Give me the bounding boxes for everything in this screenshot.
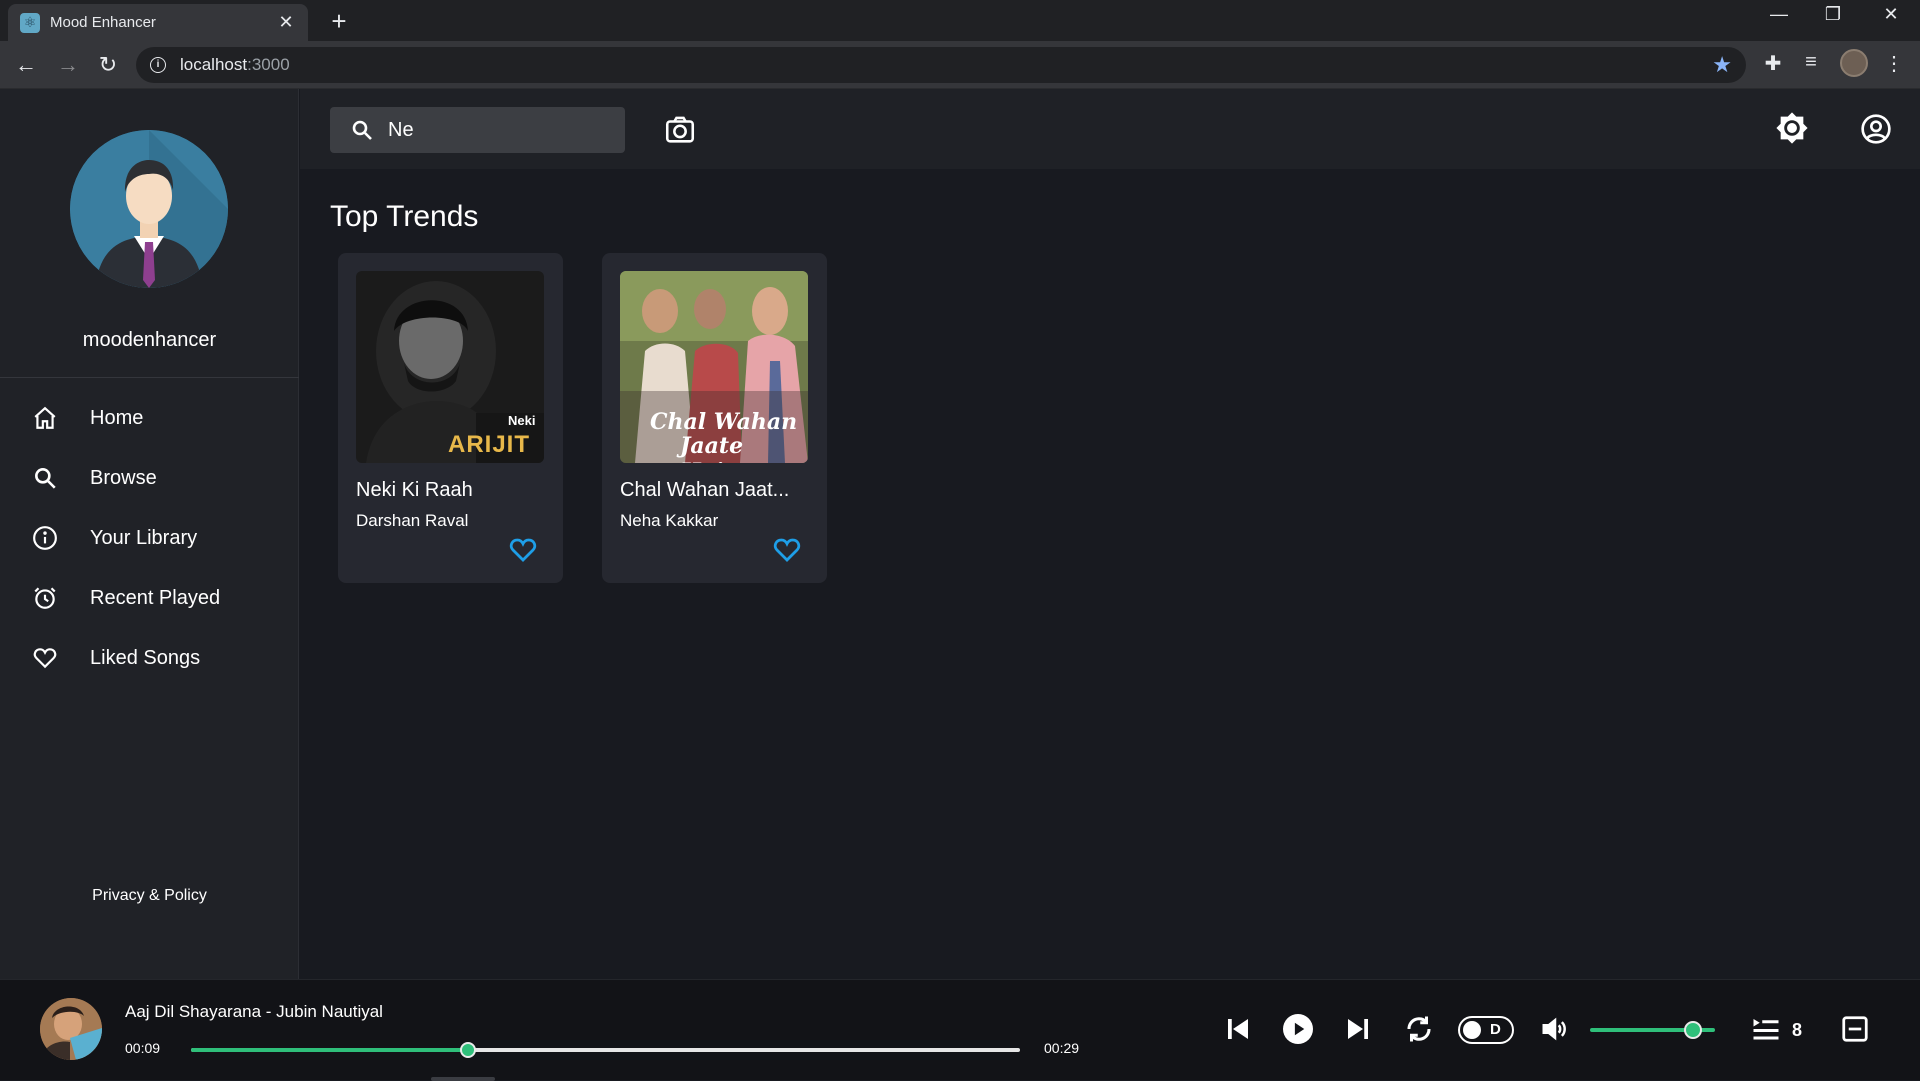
album-cover: Neki ARIJIT SI [356, 271, 544, 463]
minimize-icon[interactable]: — [1764, 4, 1794, 25]
sidebar-item-label: Your Library [90, 526, 198, 549]
now-playing-artwork [40, 998, 102, 1060]
search-icon [352, 120, 372, 140]
duration-time: 00:29 [1044, 1040, 1080, 1056]
song-title: Chal Wahan Jaat... [620, 479, 790, 501]
media-queue-icon[interactable]: ≡ [1797, 51, 1825, 74]
section-title: Top Trends [330, 200, 479, 233]
seek-bar-thumb[interactable] [459, 1042, 476, 1058]
alarm-clock-icon [0, 585, 90, 611]
browser-tab[interactable]: ⚛ Mood Enhancer ✕ [8, 4, 308, 41]
song-artist: Neha Kakkar [620, 511, 719, 530]
brightness-settings-icon[interactable] [1775, 111, 1809, 145]
play-button-icon[interactable] [1280, 1011, 1316, 1047]
app-topbar: Ne [300, 89, 1920, 169]
react-favicon-icon: ⚛ [20, 12, 40, 33]
home-icon [0, 405, 90, 431]
tab-title: Mood Enhancer [50, 14, 156, 31]
search-input-value: Ne [388, 118, 414, 141]
sidebar-item-label: Browse [90, 466, 157, 489]
sidebar-item-label: Recent Played [90, 586, 221, 609]
sidebar-item-label: Liked Songs [90, 646, 201, 669]
cover-caption: Neki [508, 413, 536, 428]
sidebar-item-label: Home [90, 406, 144, 429]
camera-icon[interactable] [663, 113, 697, 147]
current-time: 00:09 [125, 1040, 161, 1056]
sidebar: moodenhancer Home Browse Your Library Re… [0, 89, 299, 979]
seek-bar-fill [191, 1048, 468, 1052]
song-card[interactable]: Neki ARIJIT SI Neki Ki Raah Darshan Rava… [338, 253, 563, 583]
mode-toggle[interactable]: D [1458, 1016, 1514, 1044]
site-info-icon[interactable]: i [150, 57, 166, 73]
horizontal-scrollbar[interactable] [431, 1077, 495, 1081]
url-host: localhost [180, 55, 248, 74]
address-bar[interactable]: i localhost:3000 ★ [136, 47, 1746, 83]
reload-icon[interactable]: ↻ [94, 51, 122, 79]
sidebar-item-recent-played[interactable]: Recent Played [0, 574, 299, 622]
queue-list-icon[interactable] [1748, 1011, 1784, 1047]
volume-slider[interactable] [1590, 1021, 1715, 1039]
browser-menu-icon[interactable]: ⋮ [1880, 51, 1908, 76]
volume-icon[interactable] [1537, 1011, 1573, 1047]
heart-icon [0, 645, 90, 671]
now-playing-title: Aaj Dil Shayarana - Jubin Nautiyal [125, 1002, 383, 1021]
next-track-icon[interactable] [1340, 1011, 1376, 1047]
browser-profile-avatar[interactable] [1840, 49, 1868, 77]
seek-bar[interactable] [191, 1042, 1020, 1058]
like-heart-icon[interactable] [508, 535, 538, 565]
cover-caption: Jaate Hain [680, 433, 744, 463]
url-port: :3000 [247, 55, 290, 74]
sidebar-item-browse[interactable]: Browse [0, 454, 299, 502]
sidebar-item-your-library[interactable]: Your Library [0, 514, 299, 562]
browser-tabbar: ⚛ Mood Enhancer ✕ + — ❐ ✕ [0, 0, 1920, 41]
window-close-icon[interactable]: ✕ [1876, 4, 1906, 25]
tab-close-icon[interactable]: ✕ [276, 12, 296, 33]
info-icon [0, 525, 90, 551]
bookmark-star-icon[interactable]: ★ [1712, 52, 1732, 78]
minimize-player-icon[interactable] [1837, 1011, 1873, 1047]
sidebar-divider [0, 377, 299, 378]
restore-icon[interactable]: ❐ [1818, 4, 1848, 25]
sidebar-item-home[interactable]: Home [0, 394, 299, 442]
repeat-icon[interactable] [1401, 1011, 1437, 1047]
music-player: Aaj Dil Shayarana - Jubin Nautiyal 00:09… [0, 979, 1920, 1081]
search-icon [0, 465, 90, 491]
volume-thumb[interactable] [1683, 1021, 1702, 1039]
extensions-puzzle-icon[interactable]: ✚ [1759, 51, 1787, 76]
toggle-label: D [1490, 1021, 1501, 1038]
song-card[interactable]: Chal Wahan Jaate Hain Chal Wahan Jaat...… [602, 253, 827, 583]
previous-track-icon[interactable] [1220, 1011, 1256, 1047]
song-title: Neki Ki Raah [356, 479, 473, 501]
queue-count: 8 [1792, 1020, 1803, 1040]
like-heart-icon[interactable] [772, 535, 802, 565]
album-cover: Chal Wahan Jaate Hain [620, 271, 808, 463]
cover-caption: ARIJIT SI [448, 431, 531, 463]
toggle-knob [1463, 1021, 1481, 1039]
new-tab-icon[interactable]: + [324, 6, 354, 37]
song-artist: Darshan Raval [356, 511, 469, 530]
browser-toolbar: ← → ↻ i localhost:3000 ★ ✚ ≡ ⋮ [0, 41, 1920, 89]
sidebar-item-liked-songs[interactable]: Liked Songs [0, 634, 299, 682]
back-arrow-icon[interactable]: ← [12, 51, 40, 79]
account-circle-icon[interactable] [1860, 113, 1892, 145]
search-input[interactable]: Ne [330, 107, 625, 153]
forward-arrow-icon[interactable]: → [54, 51, 82, 79]
cover-caption: Chal Wahan [650, 409, 798, 435]
user-avatar [70, 130, 228, 288]
privacy-policy-link[interactable]: Privacy & Policy [0, 887, 299, 905]
username: moodenhancer [82, 329, 217, 351]
